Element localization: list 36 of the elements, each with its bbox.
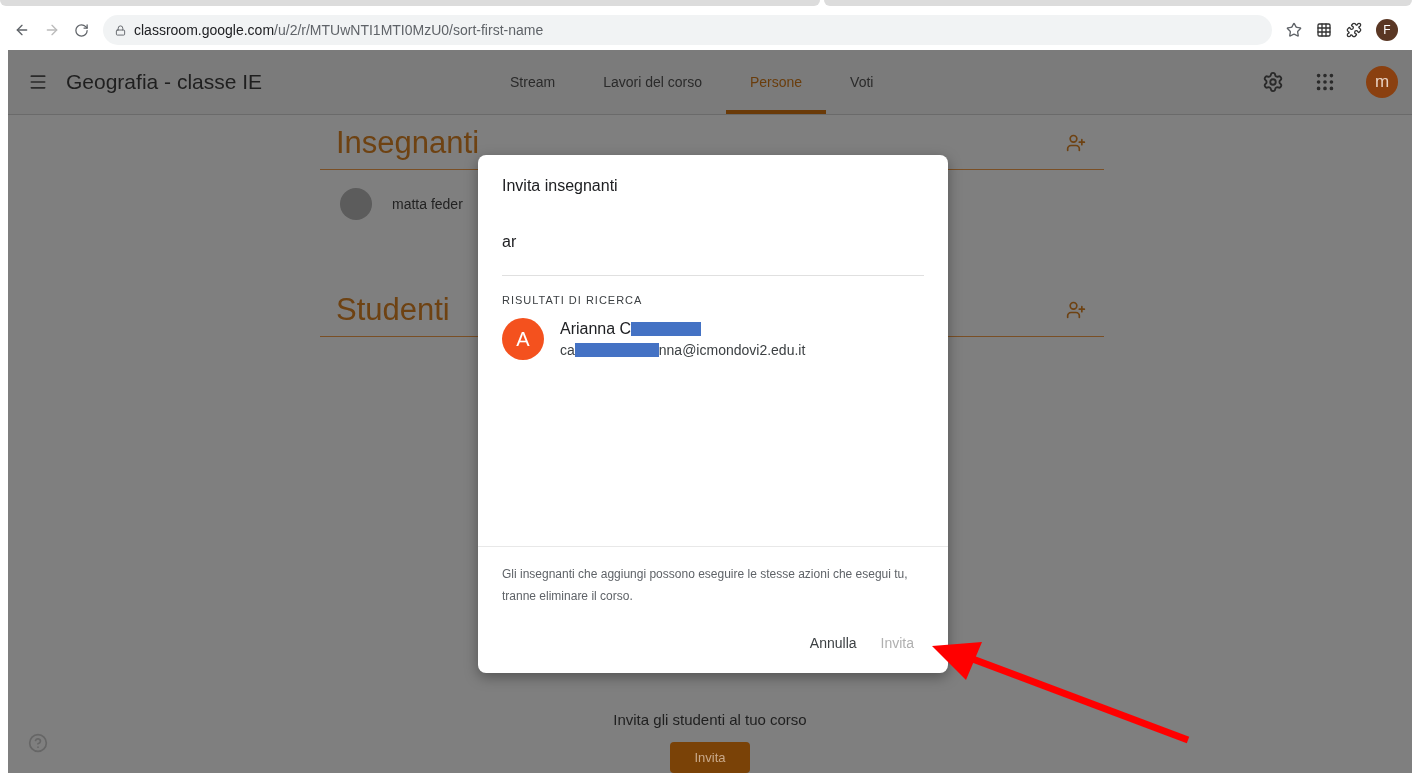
section-title: Insegnanti — [336, 125, 480, 161]
dialog-note: Gli insegnanti che aggiungi possono eseguire le stesse azioni che esegui tu, tranne eliminare il corso. — [502, 566, 909, 605]
reload-icon[interactable] — [74, 22, 89, 38]
extensions-icon[interactable] — [1346, 22, 1362, 38]
account-avatar[interactable]: m — [1366, 66, 1398, 98]
redaction-bar — [631, 322, 702, 336]
lock-icon — [115, 24, 126, 36]
address-bar[interactable]: classroom.google.com/u/2/r/MTUwNTI1MTI0MzU0/sort-first-name — [103, 15, 1272, 45]
apps-icon[interactable] — [1314, 71, 1336, 93]
menu-icon[interactable] — [28, 72, 48, 92]
add-person-icon[interactable] — [1066, 133, 1086, 153]
results-heading: RISULTATI DI RICERCA — [501, 293, 644, 308]
section-title: Studenti — [336, 292, 450, 328]
url-text: classroom.google.com/u/2/r/MTUwNTI1MTI0MzU0/sort-first-name — [134, 22, 544, 38]
person-avatar — [340, 188, 372, 220]
profile-avatar[interactable]: F — [1376, 19, 1398, 41]
star-icon[interactable] — [1286, 22, 1302, 38]
result-avatar: A — [502, 318, 544, 360]
result-name: Arianna C — [560, 320, 632, 338]
nav-tab[interactable]: Lavori del corso — [579, 50, 726, 114]
person-name: matta feder — [392, 196, 463, 212]
dialog-title: Invita insegnanti — [501, 176, 619, 195]
back-icon[interactable] — [14, 22, 30, 38]
nav-tab[interactable]: Voti — [826, 50, 898, 114]
settings-icon[interactable] — [1262, 71, 1284, 93]
grid-icon[interactable] — [1316, 22, 1332, 38]
dialog-button[interactable]: Annulla — [799, 629, 867, 657]
invite-students-text: Invita gli studenti al tuo corso — [613, 711, 807, 728]
nav-tab[interactable]: Stream — [486, 50, 580, 114]
result-email: ca — [560, 342, 575, 358]
forward-icon[interactable] — [44, 22, 60, 38]
invite-button[interactable]: Invita — [670, 742, 750, 773]
class-title: Geografia - classe IE — [66, 70, 264, 94]
result-email: nna@icmondovi2.edu.it — [658, 342, 806, 358]
search-result[interactable]: A Arianna C ca nna@icmondovi2.edu.it — [478, 318, 948, 360]
add-person-icon[interactable] — [1066, 300, 1086, 320]
